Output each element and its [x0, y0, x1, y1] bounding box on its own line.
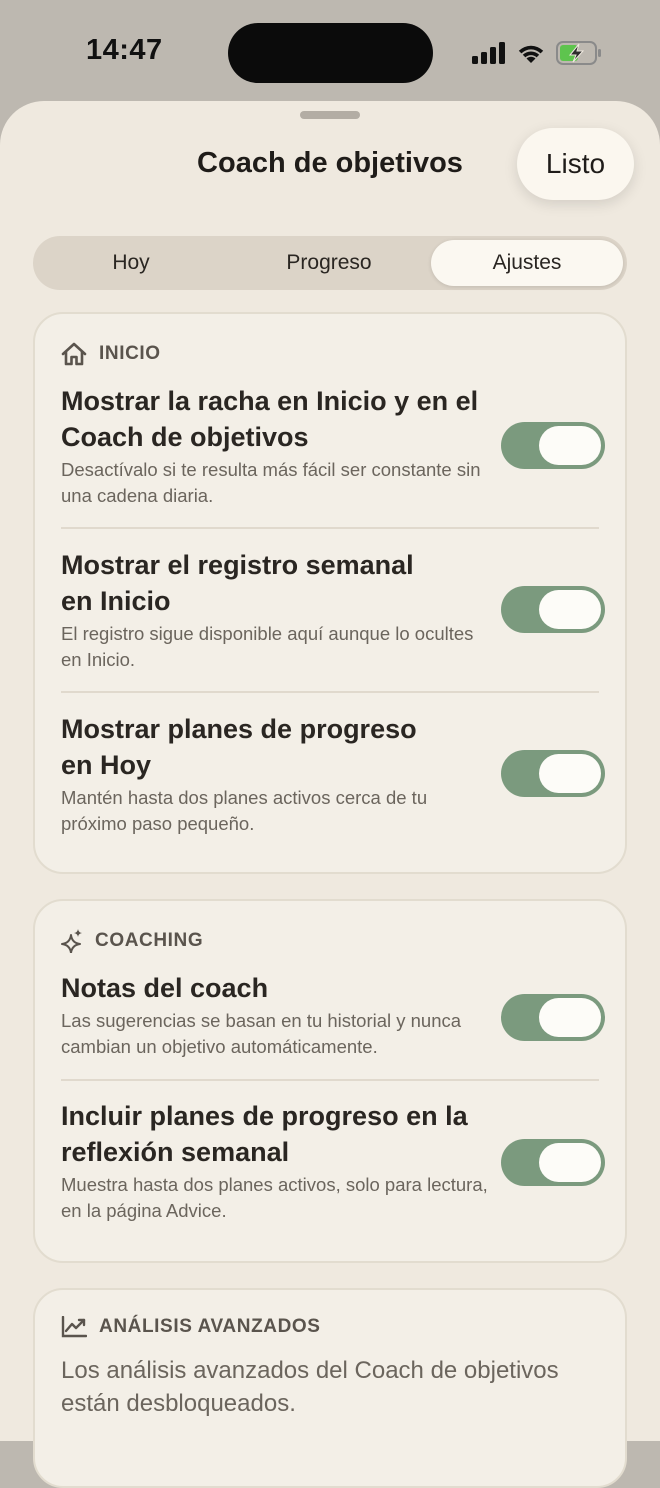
dynamic-island — [228, 23, 433, 83]
weekly-reflection-toggle[interactable] — [501, 1139, 605, 1186]
toggle-knob — [539, 998, 601, 1037]
toggle-knob — [539, 1143, 601, 1182]
toggle-knob — [539, 754, 601, 793]
weekly-reflection-description: Muestra hasta dos planes activos, solo p… — [61, 1174, 488, 1221]
analytics-unlocked-text: Los análisis avanzados del Coach de obje… — [61, 1357, 559, 1417]
progress-plans-today-toggle[interactable] — [501, 750, 605, 797]
sparkles-icon — [61, 929, 82, 953]
analytics-header-label: ANÁLISIS AVANZADOS — [99, 1316, 321, 1337]
progress-plans-today-description: Mantén hasta dos planes activos cerca de… — [61, 787, 428, 834]
row-divider — [61, 691, 599, 693]
progress-plans-title-line-2: en Hoy — [61, 750, 152, 780]
cellular-signal-icon — [472, 42, 505, 64]
row-divider — [61, 527, 599, 529]
streak-title-line-2: Coach de objetivos — [61, 422, 309, 452]
progress-plans-title-line-1: Mostrar planes de progreso — [61, 714, 417, 744]
tab-hoy[interactable]: Hoy — [35, 240, 227, 286]
done-button[interactable]: Listo — [517, 128, 634, 200]
wifi-icon — [518, 45, 544, 63]
streak-title-line-1: Mostrar la racha en Inicio y en el — [61, 386, 479, 416]
settings-sheet: Coach de objetivos Listo Hoy Progreso Aj… — [0, 101, 660, 1488]
inicio-section-header: INICIO — [61, 342, 161, 366]
streak-toggle[interactable] — [501, 422, 605, 469]
inicio-header-label: INICIO — [99, 343, 161, 364]
streak-setting-description: Desactívalo si te resulta más fácil ser … — [61, 459, 481, 506]
coaching-section-header: COACHING — [61, 929, 203, 953]
segmented-tabs: Hoy Progreso Ajustes — [33, 236, 627, 290]
coach-notes-title: Notas del coach — [61, 973, 269, 1003]
advanced-analytics-card: ANÁLISIS AVANZADOS Los análisis avanzado… — [33, 1288, 627, 1488]
status-icons — [472, 40, 602, 66]
weekly-log-setting-title: Mostrar el registro semanal en Inicio — [61, 547, 491, 619]
weekly-log-setting-description: El registro sigue disponible aquí aunque… — [61, 623, 474, 670]
inicio-section-card: INICIO Mostrar la racha en Inicio y en e… — [33, 312, 627, 874]
coach-notes-description: Las sugerencias se basan en tu historial… — [61, 1010, 462, 1057]
tab-progreso[interactable]: Progreso — [233, 240, 425, 286]
weekly-log-toggle[interactable] — [501, 586, 605, 633]
weekly-log-title-line-2: en Inicio — [61, 586, 171, 616]
analytics-section-header: ANÁLISIS AVANZADOS — [61, 1316, 321, 1338]
weekly-reflection-title-line-2: reflexión semanal — [61, 1137, 290, 1167]
coaching-section-card: COACHING Notas del coach Las sugerencias… — [33, 899, 627, 1263]
status-time: 14:47 — [86, 34, 163, 66]
status-bar: 14:47 — [0, 0, 660, 100]
home-icon — [61, 342, 87, 366]
sheet-grabber[interactable] — [300, 111, 360, 119]
battery-charging-icon — [556, 41, 601, 65]
chart-line-icon — [61, 1316, 87, 1338]
progress-plans-today-title: Mostrar planes de progreso en Hoy — [61, 711, 491, 783]
weekly-reflection-title: Incluir planes de progreso en la reflexi… — [61, 1098, 501, 1170]
weekly-reflection-title-line-1: Incluir planes de progreso en la — [61, 1101, 468, 1131]
weekly-log-title-line-1: Mostrar el registro semanal — [61, 550, 414, 580]
streak-setting-title: Mostrar la racha en Inicio y en el Coach… — [61, 383, 491, 455]
coaching-header-label: COACHING — [95, 930, 204, 951]
row-divider — [61, 1079, 599, 1081]
toggle-knob — [539, 426, 601, 465]
coach-notes-toggle[interactable] — [501, 994, 605, 1041]
tab-ajustes[interactable]: Ajustes — [431, 240, 623, 286]
toggle-knob — [539, 590, 601, 629]
